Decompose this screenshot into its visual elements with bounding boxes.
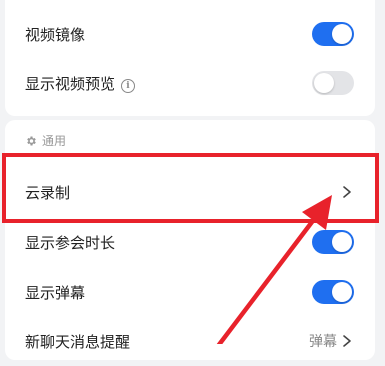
show-danmaku-row[interactable]: 显示弹幕 [5, 267, 375, 317]
mirror-video-row[interactable]: 视频镜像 [5, 9, 375, 59]
show-video-preview-toggle[interactable] [312, 71, 354, 95]
show-video-preview-label-wrap: 显示视频预览 i [25, 73, 136, 94]
new-chat-reminder-value: 弹幕 [309, 334, 337, 350]
mirror-video-label: 视频镜像 [25, 25, 86, 44]
chevron-right-icon [343, 186, 351, 198]
section-header-general: 通用 [25, 132, 66, 149]
new-chat-reminder-row[interactable]: 新聊天消息提醒 弹幕 [5, 316, 375, 366]
chevron-right-icon [343, 335, 351, 347]
gear-icon [27, 136, 36, 145]
cloud-recording-label: 云录制 [25, 183, 71, 202]
section-title-general: 通用 [42, 134, 67, 148]
show-video-preview-row[interactable]: 显示视频预览 i [5, 58, 375, 108]
toggle-knob [332, 232, 352, 252]
toggle-knob [332, 24, 352, 44]
toggle-knob [332, 282, 352, 302]
cloud-recording-row[interactable]: 云录制 [5, 167, 375, 217]
toggle-knob [314, 73, 334, 93]
show-danmaku-label: 显示弹幕 [25, 283, 86, 302]
new-chat-reminder-label: 新聊天消息提醒 [25, 332, 131, 351]
show-video-preview-label: 显示视频预览 [25, 74, 116, 93]
general-settings-card: 通用 云录制 显示参会时长 显示弹幕 新聊天消息提醒 弹幕 [5, 120, 375, 360]
show-meeting-duration-label: 显示参会时长 [25, 233, 116, 252]
mirror-video-toggle[interactable] [312, 22, 354, 46]
info-icon[interactable]: i [121, 78, 136, 93]
show-meeting-duration-toggle[interactable] [312, 230, 354, 254]
show-meeting-duration-row[interactable]: 显示参会时长 [5, 217, 375, 267]
video-settings-card: 视频镜像 显示视频预览 i [5, 0, 375, 116]
show-danmaku-toggle[interactable] [312, 280, 354, 304]
